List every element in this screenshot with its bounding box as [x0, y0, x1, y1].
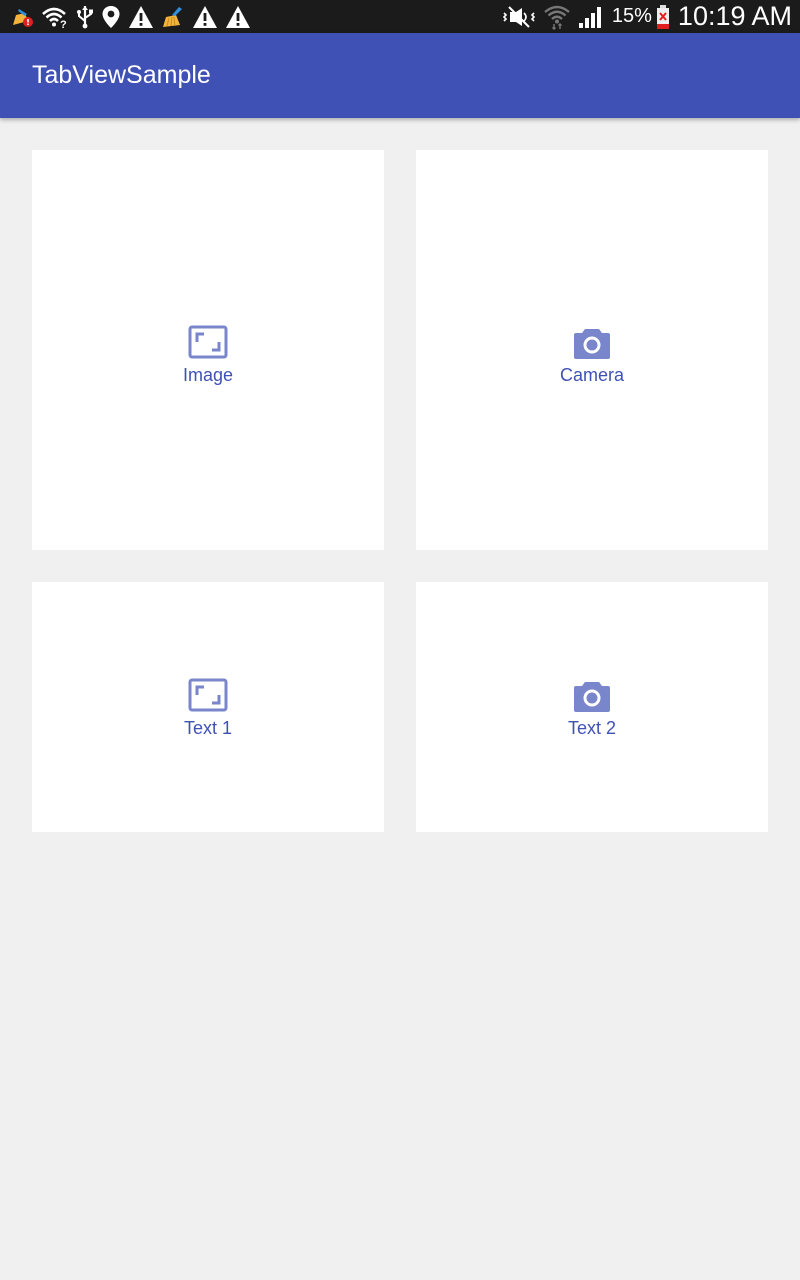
- warning-icon: [225, 5, 251, 29]
- text1-card[interactable]: Text 1: [32, 582, 384, 832]
- system-indicators: 15% 10:19 AM: [494, 0, 792, 33]
- clean-master-alert-icon: [10, 6, 34, 28]
- image-card-label: Image: [182, 365, 234, 385]
- camera-card-label: Camera: [559, 365, 625, 385]
- vibrate-mute-icon: [502, 5, 536, 29]
- text2-card-label: Text 2: [567, 717, 617, 738]
- battery-icon: [656, 4, 670, 30]
- image-frame-icon: [188, 676, 228, 716]
- camera-icon: [572, 676, 612, 716]
- warning-icon: [128, 5, 154, 29]
- image-card[interactable]: Image: [32, 150, 384, 550]
- status-bar: ? 15% 10:19 AM: [0, 0, 800, 33]
- usb-icon: [76, 5, 94, 29]
- battery-percent: 15%: [611, 5, 652, 27]
- warning-icon: [192, 5, 218, 29]
- app-title: TabViewSample: [32, 61, 211, 89]
- clock: 10:19 AM: [677, 1, 792, 31]
- image-frame-icon: [188, 323, 228, 363]
- wifi-question-icon: ?: [41, 6, 69, 28]
- svg-text:?: ?: [60, 19, 67, 28]
- cell-signal-icon: [578, 5, 604, 29]
- text2-card[interactable]: Text 2: [416, 582, 768, 832]
- notification-icons: ?: [10, 3, 258, 31]
- camera-icon: [572, 323, 612, 363]
- location-icon: [101, 5, 121, 29]
- text1-card-label: Text 1: [183, 717, 233, 738]
- broom-icon: [161, 5, 185, 29]
- wifi-icon: [544, 4, 570, 30]
- camera-card[interactable]: Camera: [416, 150, 768, 550]
- app-bar: TabViewSample: [0, 33, 800, 118]
